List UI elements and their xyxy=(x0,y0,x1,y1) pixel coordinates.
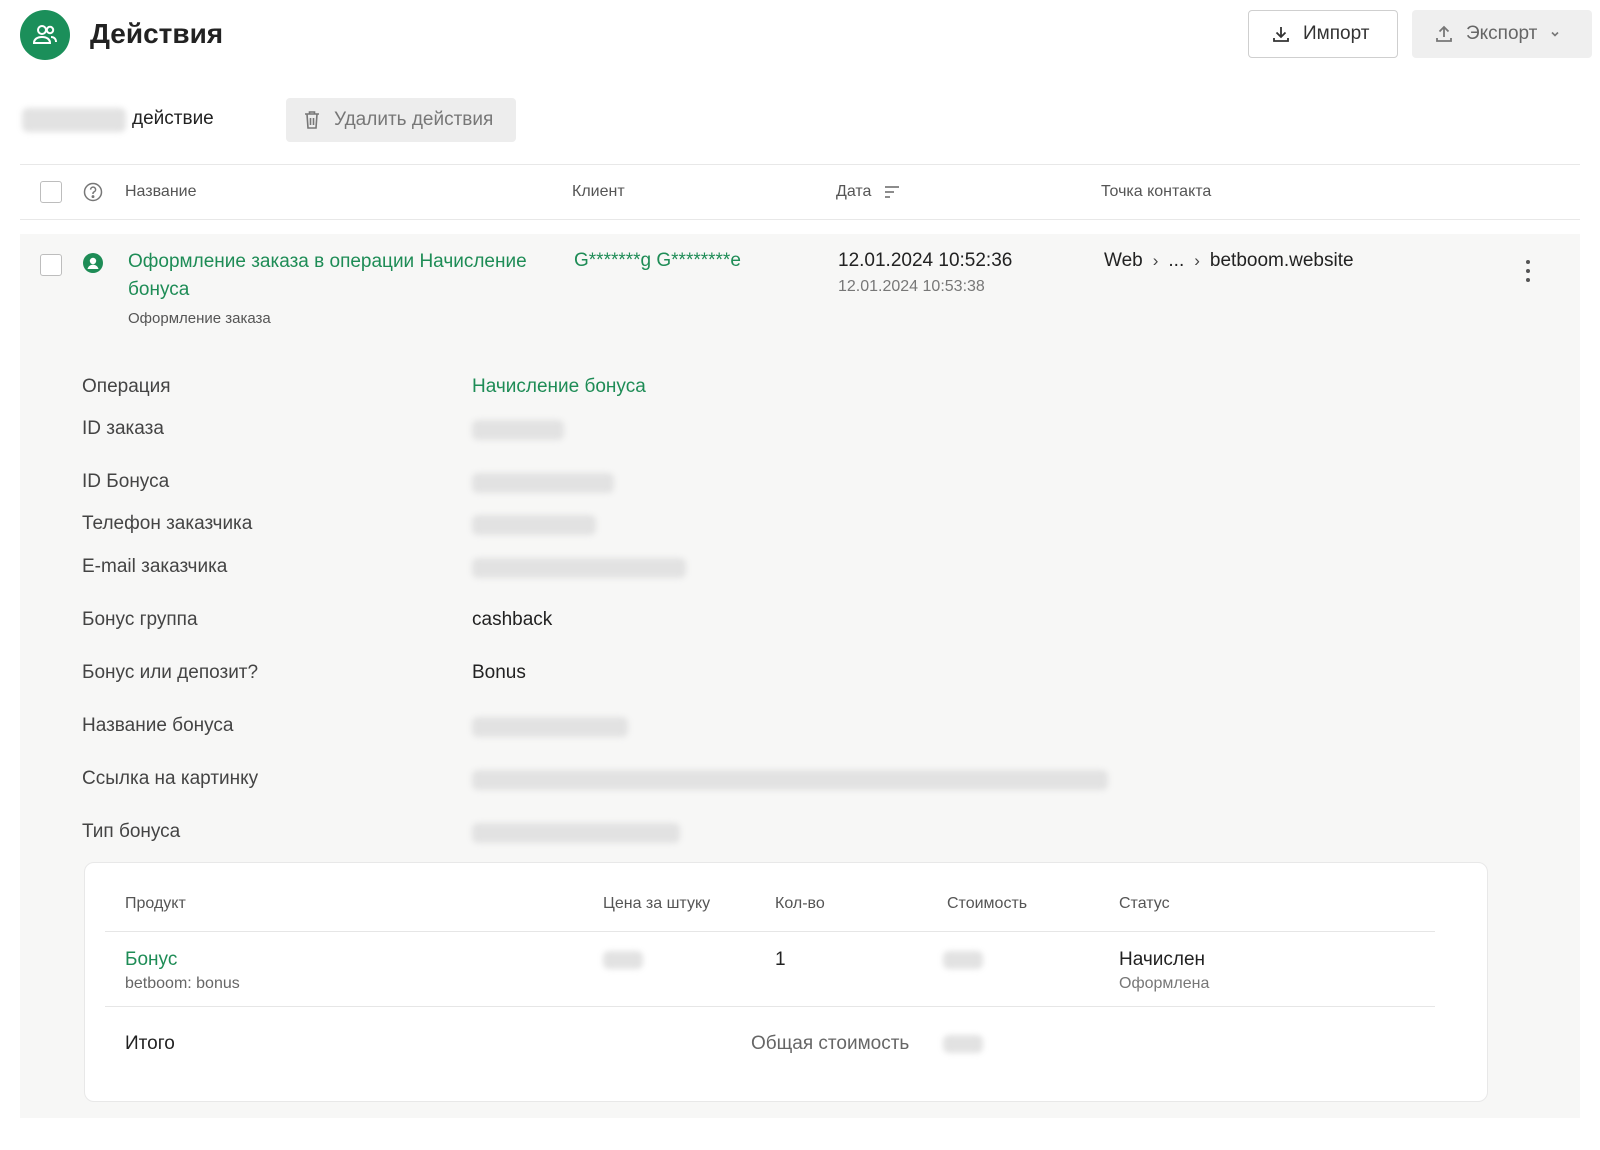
redacted-value xyxy=(472,473,614,493)
import-button[interactable]: Импорт xyxy=(1248,10,1398,58)
row-checkbox[interactable] xyxy=(40,254,62,276)
contact-start: Web xyxy=(1104,250,1143,271)
users-icon xyxy=(20,10,70,60)
product-quantity: 1 xyxy=(775,949,786,970)
column-date-label: Дата xyxy=(836,183,872,200)
contact-point-breadcrumb: Web › ... › betboom.website xyxy=(1104,250,1354,272)
operation-link[interactable]: Начисление бонуса xyxy=(472,376,646,398)
actions-table: Название Клиент Дата Точка контакта Офор… xyxy=(20,164,1580,346)
client-link[interactable]: G*******g G********e xyxy=(574,250,741,272)
redacted-value xyxy=(943,1035,983,1053)
contact-middle: ... xyxy=(1168,250,1185,271)
select-all-checkbox[interactable] xyxy=(40,181,62,203)
detail-label: Название бонуса xyxy=(82,715,234,736)
table-header: Название Клиент Дата Точка контакта xyxy=(20,164,1580,220)
action-date: 12.01.2024 10:52:36 xyxy=(838,250,1013,271)
column-client[interactable]: Клиент xyxy=(572,183,625,201)
action-details-panel: Операция Начисление бонуса ID заказа ID … xyxy=(20,342,1580,1118)
redacted-value xyxy=(472,717,628,737)
redacted-value xyxy=(472,770,1108,790)
page-header: Действия Импорт Экспорт xyxy=(20,10,1592,62)
column-quantity: Кол-во xyxy=(775,895,825,912)
sort-icon[interactable] xyxy=(884,185,900,199)
redacted-value xyxy=(472,420,564,440)
help-icon[interactable] xyxy=(83,182,103,202)
detail-label: ID Бонуса xyxy=(82,471,170,492)
bulk-toolbar: действие Удалить действия xyxy=(20,98,1580,142)
selection-label: действие xyxy=(132,108,214,129)
page-title: Действия xyxy=(90,18,224,49)
column-contact-point[interactable]: Точка контакта xyxy=(1101,183,1211,201)
redacted-text xyxy=(22,108,126,132)
table-row[interactable]: Оформление заказа в операции Начисление … xyxy=(20,234,1580,346)
bonus-or-deposit-value: Bonus xyxy=(472,662,526,683)
product-link[interactable]: Бонус xyxy=(125,949,177,971)
detail-label: E-mail заказчика xyxy=(82,556,228,577)
column-unit-price: Цена за штуку xyxy=(603,895,711,912)
more-menu-icon[interactable] xyxy=(1524,260,1532,282)
chevron-right-icon: › xyxy=(1194,251,1200,270)
redacted-value xyxy=(472,558,686,578)
redacted-value xyxy=(472,515,596,535)
column-date[interactable]: Дата xyxy=(836,183,900,201)
divider xyxy=(105,1006,1435,1007)
redacted-value xyxy=(943,951,983,969)
detail-label: Операция xyxy=(82,376,171,397)
detail-label: Бонус группа xyxy=(82,609,198,630)
column-cost: Стоимость xyxy=(947,895,1028,912)
chevron-down-icon xyxy=(1551,31,1559,37)
export-button[interactable]: Экспорт xyxy=(1412,10,1592,58)
download-icon xyxy=(1273,27,1289,42)
product-status-sub: Оформлена xyxy=(1119,975,1210,992)
upload-icon xyxy=(1436,25,1452,42)
delete-label: Удалить действия xyxy=(334,109,494,130)
column-product: Продукт xyxy=(125,895,186,912)
detail-label: Бонус или депозит? xyxy=(82,662,259,683)
detail-label: Телефон заказчика xyxy=(82,513,253,534)
product-sku: betboom: bonus xyxy=(125,975,240,992)
action-title-link[interactable]: Оформление заказа в операции Начисление … xyxy=(128,248,558,304)
detail-label: ID заказа xyxy=(82,418,164,439)
export-label: Экспорт xyxy=(1466,23,1538,44)
trash-icon xyxy=(305,111,319,129)
redacted-value xyxy=(472,823,680,843)
redacted-value xyxy=(603,951,643,969)
detail-label: Тип бонуса xyxy=(82,821,181,842)
total-cost-label: Общая стоимость xyxy=(751,1033,910,1054)
divider xyxy=(105,931,1435,932)
bonus-group-value: cashback xyxy=(472,609,553,630)
import-label: Импорт xyxy=(1303,23,1370,44)
order-products-card: Продукт Цена за штуку Кол-во Стоимость С… xyxy=(84,862,1488,1102)
contact-end: betboom.website xyxy=(1209,250,1354,271)
delete-actions-button[interactable]: Удалить действия xyxy=(286,98,516,142)
detail-label: Ссылка на картинку xyxy=(82,768,259,789)
action-subtitle: Оформление заказа xyxy=(128,310,271,327)
column-name[interactable]: Название xyxy=(125,183,197,201)
chevron-right-icon: › xyxy=(1152,251,1159,270)
total-label: Итого xyxy=(125,1033,175,1054)
user-icon xyxy=(83,253,103,273)
column-status: Статус xyxy=(1119,895,1170,912)
product-status: Начислен xyxy=(1119,949,1206,970)
action-date-secondary: 12.01.2024 10:53:38 xyxy=(838,278,985,295)
